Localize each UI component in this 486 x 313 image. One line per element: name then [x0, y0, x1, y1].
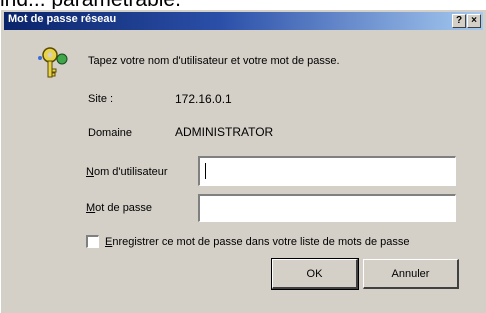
prompt-text: Tapez votre nom d'utilisateur et votre m…	[88, 55, 340, 67]
save-password-checkbox[interactable]	[86, 235, 99, 248]
domain-value: ADMINISTRATOR	[175, 125, 274, 139]
username-label: Nom d'utilisateur	[86, 166, 168, 178]
username-field[interactable]	[198, 156, 456, 186]
password-label-rest: ot de passe	[95, 202, 153, 214]
help-button[interactable]: ?	[452, 14, 466, 28]
save-password-label[interactable]: Enregistrer ce mot de passe dans votre l…	[105, 236, 410, 248]
save-password-label-rest: nregistrer ce mot de passe dans votre li…	[112, 236, 410, 248]
ok-button[interactable]: OK	[271, 258, 359, 290]
key-icon	[38, 47, 68, 78]
titlebar[interactable]: Mot de passe réseau ? ×	[4, 12, 483, 30]
password-label-access-key: M	[86, 202, 96, 214]
site-label: Site :	[88, 93, 114, 105]
site-value: 172.16.0.1	[175, 92, 232, 106]
domain-label: Domaine	[88, 127, 133, 139]
text-cursor	[205, 163, 206, 179]
password-label: Mot de passe	[86, 202, 152, 214]
password-field[interactable]	[198, 194, 456, 222]
close-button[interactable]: ×	[467, 14, 481, 28]
username-label-access-key: N	[86, 166, 94, 178]
cancel-button[interactable]: Annuler	[363, 259, 459, 289]
dialog-title: Mot de passe réseau	[8, 13, 117, 25]
username-label-rest: om d'utilisateur	[93, 166, 168, 178]
